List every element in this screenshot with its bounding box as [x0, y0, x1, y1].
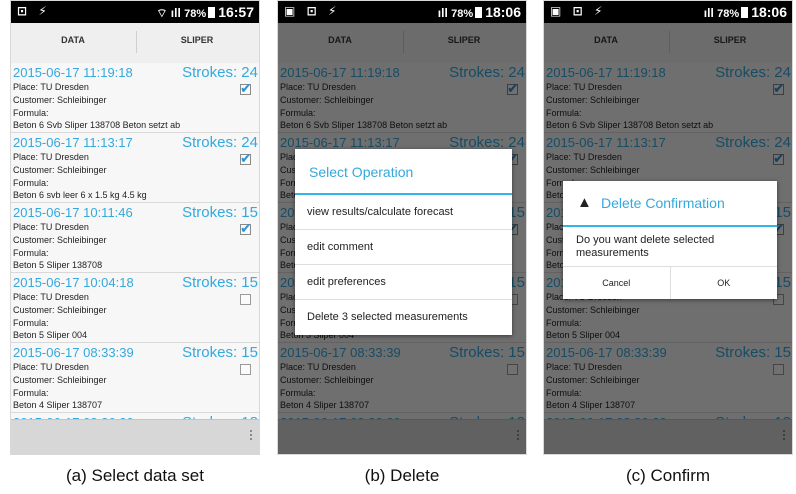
battery-icon [208, 7, 216, 18]
customer-text: Customer: Schleibinger [13, 165, 107, 175]
status-bar: ▣ ⊡ ⚡ ıll 78% 18:06 [544, 1, 792, 23]
battery-percent: 78% [717, 8, 740, 20]
select-operation-dialog: Select Operation view results/calculate … [295, 149, 512, 335]
formula-text: Beton 6 svb leer 6 x 1.5 kg 4.5 kg [13, 190, 147, 200]
select-checkbox[interactable] [240, 364, 251, 375]
formula-label: Formula: [13, 388, 49, 398]
battery-icon [475, 7, 483, 18]
bottom-action-bar [11, 419, 259, 454]
status-bar: ⊡ ⚡ ⌔ ıll 78% 16:57 [11, 1, 259, 23]
overflow-menu-icon[interactable] [249, 430, 253, 442]
measurement-list[interactable]: 2015-06-17 11:19:18 Strokes: 24 Place: T… [11, 63, 259, 423]
warning-icon: ▲ [577, 194, 592, 211]
caption: (b) Delete [364, 466, 440, 485]
phone-screen: ▣ ⊡ ⚡ ıll 78%18:06 DATA SLIPER 2015-06-1… [543, 0, 793, 455]
checkbox-checked-icon: ✔ [240, 80, 252, 96]
caption: (c) Confirm [625, 466, 711, 485]
dialog-buttons: Cancel OK [563, 266, 777, 299]
cancel-button[interactable]: Cancel [563, 267, 670, 299]
strokes-count: Strokes: 15 [182, 204, 258, 221]
place-text: Place: TU Dresden [13, 362, 89, 372]
tab-data[interactable]: DATA [11, 23, 135, 69]
checkbox-checked-icon: ✔ [240, 220, 252, 236]
option-edit-comment[interactable]: edit comment [295, 230, 512, 265]
option-delete-selected[interactable]: Delete 3 selected measurements [295, 300, 512, 334]
signal-icon: ıll [437, 6, 448, 20]
formula-text: Beton 4 Sliper 138707 [13, 400, 103, 410]
measurement-date: 2015-06-17 10:11:46 [13, 205, 133, 220]
select-checkbox[interactable]: ✔ [240, 220, 252, 236]
ok-button[interactable]: OK [669, 267, 778, 299]
tab-sliper[interactable]: SLIPER [135, 23, 259, 63]
customer-text: Customer: Schleibinger [13, 375, 107, 385]
dialog-message: Do you want delete selected measurements [576, 234, 715, 259]
option-view-results[interactable]: view results/calculate forecast [295, 195, 512, 230]
status-right: ıll 78% 18:06 [704, 4, 787, 20]
formula-text: Beton 5 Sliper 004 [13, 330, 88, 340]
checkbox-checked-icon: ✔ [240, 150, 252, 166]
dialog-title-row: ▲ Delete Confirmation [563, 181, 777, 227]
formula-label: Formula: [13, 248, 49, 258]
select-checkbox[interactable]: ✔ [240, 150, 252, 166]
tab-bar: DATA SLIPER [11, 23, 259, 69]
select-checkbox[interactable] [240, 294, 251, 305]
select-checkbox[interactable]: ✔ [240, 80, 252, 96]
strokes-count: Strokes: 24 [182, 134, 258, 151]
battery-icon [741, 7, 749, 18]
formula-label: Formula: [13, 318, 49, 328]
delete-confirmation-dialog: ▲ Delete Confirmation Do you want delete… [563, 181, 777, 299]
customer-text: Customer: Schleibinger [13, 235, 107, 245]
list-item[interactable]: 2015-06-17 11:19:18 Strokes: 24 Place: T… [11, 63, 259, 133]
phone-screen: ▣ ⊡ ⚡ ıll 78%18:06 DATA SLIPER 2015-06-1… [277, 0, 527, 455]
caption: (a) Select data set [66, 466, 204, 485]
dialog-title: Select Operation [295, 149, 512, 195]
notification-icons: ▣ ⊡ ⚡ [284, 4, 341, 18]
list-item[interactable]: 2015-06-17 08:33:39 Strokes: 15 Place: T… [11, 343, 259, 413]
place-text: Place: TU Dresden [13, 292, 89, 302]
dialog-title: Delete Confirmation [601, 195, 725, 211]
status-right: ıll 78% 18:06 [438, 4, 521, 20]
notification-icons: ▣ ⊡ ⚡ [550, 4, 607, 18]
formula-label: Formula: [13, 108, 49, 118]
clock: 18:06 [485, 4, 521, 20]
measurement-date: 2015-06-17 10:04:18 [13, 275, 134, 290]
formula-label: Formula: [13, 178, 49, 188]
strokes-count: Strokes: 24 [182, 64, 258, 81]
clock: 18:06 [751, 4, 787, 20]
battery-percent: 78% [184, 8, 207, 20]
battery-percent: 78% [451, 8, 474, 20]
clock: 16:57 [218, 4, 254, 20]
list-item[interactable]: 2015-06-17 11:13:17 Strokes: 24 Place: T… [11, 133, 259, 203]
measurement-date: 2015-06-17 11:13:17 [13, 135, 133, 150]
formula-text: Beton 5 Sliper 138708 [13, 260, 103, 270]
place-text: Place: TU Dresden [13, 222, 89, 232]
signal-icon: ıll [703, 6, 714, 20]
place-text: Place: TU Dresden [13, 82, 89, 92]
customer-text: Customer: Schleibinger [13, 95, 107, 105]
measurement-date: 2015-06-17 08:33:39 [13, 345, 134, 360]
status-right: ⌔ ıll 78% 16:57 [156, 4, 254, 21]
signal-icon: ⌔ ıll [156, 6, 181, 20]
strokes-count: Strokes: 15 [182, 274, 258, 291]
phone-screen: ⊡ ⚡ ⌔ ıll 78% 16:57 DATA SLIPER 2015-06-1… [10, 0, 260, 455]
notification-icons: ⊡ ⚡ [17, 4, 51, 18]
measurement-date: 2015-06-17 11:19:18 [13, 65, 133, 80]
list-item[interactable]: 2015-06-17 10:04:18 Strokes: 15 Place: T… [11, 273, 259, 343]
list-item[interactable]: 2015-06-17 10:11:46 Strokes: 15 Place: T… [11, 203, 259, 273]
place-text: Place: TU Dresden [13, 152, 89, 162]
formula-text: Beton 6 Svb Sliper 138708 Beton setzt ab [13, 120, 181, 130]
strokes-count: Strokes: 15 [182, 344, 258, 361]
status-bar: ▣ ⊡ ⚡ ıll 78% 18:06 [278, 1, 526, 23]
option-edit-preferences[interactable]: edit preferences [295, 265, 512, 300]
customer-text: Customer: Schleibinger [13, 305, 107, 315]
